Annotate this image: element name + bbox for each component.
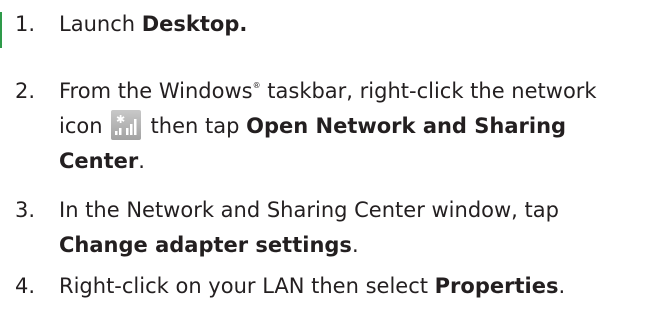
step-line: From the Windows® taskbar, right-click t… [59,74,645,109]
registered-mark: ® [252,81,261,90]
network-icon-graphic: ✱ [114,113,137,135]
open-network-term: Open Network and Sharing [246,114,567,138]
step-text-segment: From the Windows [59,79,253,103]
step-text-segment: . [351,233,359,257]
step-text-segment: In the Network and Sharing Center window… [59,198,559,222]
signal-bar [118,128,122,135]
desktop-term: Desktop. [141,12,248,36]
step-text: From the Windows® taskbar, right-click t… [59,74,645,179]
step-number: 2. [15,79,36,103]
signal-bar [114,131,118,135]
step-line: icon ✱ then tap Open Network and Sharing [59,109,645,144]
step-number: 3. [15,198,36,222]
step-text-segment: icon [59,114,103,138]
step-line: Right-click on your LAN then select Prop… [59,269,645,304]
step-text-segment: Launch [59,12,142,36]
center-term: Center [59,149,139,173]
step-text-segment: taskbar, right-click the network [260,79,597,103]
step-line: Change adapter settings. [59,228,645,263]
step-line: Launch Desktop. [59,7,645,42]
signal-bar [133,119,137,135]
step-line: Center. [59,144,645,179]
step-text: Launch Desktop. [59,7,645,42]
step-number: 4. [15,274,36,298]
step-text-segment: Right-click on your LAN then select [59,274,435,298]
step-text: In the Network and Sharing Center window… [59,193,645,263]
network-icon: ✱ [110,110,141,140]
properties-term: Properties [434,274,559,298]
step-number: 1. [15,12,36,36]
signal-bar [129,124,133,135]
step-text: Right-click on your LAN then select Prop… [59,269,645,304]
step-line: In the Network and Sharing Center window… [59,193,645,228]
step-text-segment: then tap [150,114,247,138]
asterisk-mark: ✱ [116,113,125,126]
change-adapter-term: Change adapter settings [59,233,352,257]
step-text-segment: . [138,149,145,173]
signal-bar [125,128,129,135]
margin-accent-bar [0,12,2,48]
step-text-segment: . [558,274,566,298]
